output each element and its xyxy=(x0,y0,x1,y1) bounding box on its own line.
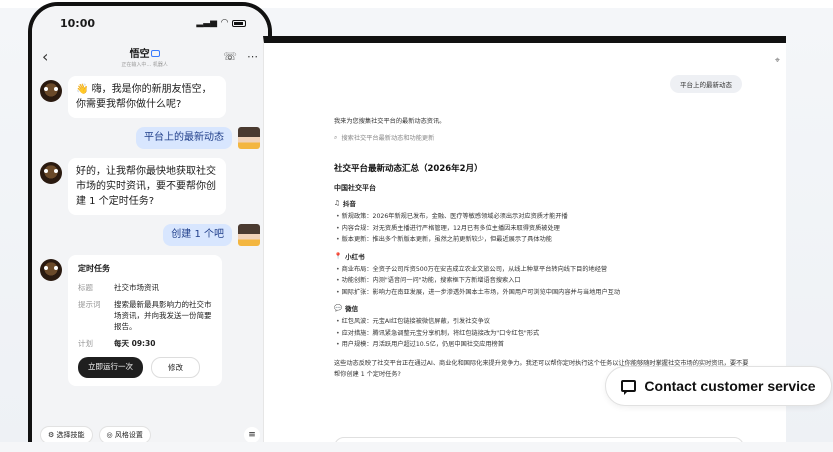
user-avatar xyxy=(238,127,260,149)
status-bar: 10:00 ▂▃▅ ◠ xyxy=(32,6,268,40)
task-row-key: 提示词 xyxy=(78,300,101,309)
task-card-title: 定时任务 xyxy=(78,264,110,273)
chat-nav-bar: ‹ 悟空 正在输入中… 机器人 ☏ ⋯ xyxy=(32,40,268,72)
task-row: 计划 每天 09:30 xyxy=(78,338,212,349)
contact-button-label: Contact customer service xyxy=(644,378,816,394)
chat-bubble-icon xyxy=(621,380,637,395)
task-row-value: 每天 09:30 xyxy=(114,339,156,348)
bot-avatar xyxy=(40,80,62,102)
run-once-button[interactable]: 立即运行一次 xyxy=(78,357,143,378)
more-icon[interactable]: ⋯ xyxy=(247,50,258,63)
platform-bullet: 内容合规：对无资质主播进行严格管理，12月已有多位主播因未取得资质被处理 xyxy=(334,223,754,235)
platform-name: 微信 xyxy=(345,305,359,313)
chat-subtitle: 正在输入中… 机器人 xyxy=(121,61,168,68)
platform-name: 小红书 xyxy=(345,252,365,261)
user-message: 创建 1 个吧 xyxy=(163,224,232,246)
pin-icon[interactable]: ⌖ xyxy=(775,56,780,66)
platform-bullet: 新规政策：2026年新规已发布，金融、医疗等敏感领域必须出示对应资质才能开播 xyxy=(334,211,754,223)
assistant-response: 我来为您搜集社交平台的最新动态资讯。 ⌕ 搜索社交平台最新动态和功能更新 社交平… xyxy=(334,116,754,380)
contact-customer-service-button[interactable]: Contact customer service xyxy=(605,366,832,406)
page-bottom-strip xyxy=(0,442,833,452)
skill-chip-label: 选择技能 xyxy=(56,431,85,439)
bot-badge-icon xyxy=(150,50,160,57)
battery-icon xyxy=(232,19,246,27)
bot-avatar xyxy=(40,259,62,281)
speech-bubble-icon: 💬 xyxy=(334,304,343,312)
report-title: 社交平台最新动态汇总（2026年2月） xyxy=(334,164,483,174)
task-row-value: 搜索最新最具影响力的社交市场资讯，并向我发送一份简要报告。 xyxy=(114,300,212,331)
chat-messages: 👋 嗨，我是你的新朋友悟空，你需要我帮你做什么呢? 平台上的最新动态 好的，让我… xyxy=(32,72,268,399)
response-intro: 我来为您搜集社交平台的最新动态资讯。 xyxy=(334,118,446,125)
section-title: 中国社交平台 xyxy=(334,184,376,192)
status-icons: ▂▃▅ ◠ xyxy=(196,18,246,28)
scheduled-task-card: 定时任务 标题 社交市场资讯 提示词 搜索最新最具影响力的社交市场资讯，并向我发… xyxy=(68,255,222,386)
platform-name: 抖音 xyxy=(342,200,356,208)
music-note-icon: ♫ xyxy=(334,199,340,207)
search-status: ⌕ 搜索社交平台最新动态和功能更新 xyxy=(334,133,754,143)
signal-icon: ▂▃▅ xyxy=(196,18,218,28)
style-chip-icon: ◎ xyxy=(106,431,115,439)
wifi-icon: ◠ xyxy=(221,18,228,28)
message-row-user: 创建 1 个吧 xyxy=(40,224,260,246)
message-row-bot: 👋 嗨，我是你的新朋友悟空，你需要我帮你做什么呢? xyxy=(40,76,260,118)
style-chip-label: 风格设置 xyxy=(114,431,143,439)
search-icon: ⌕ xyxy=(334,133,338,141)
status-time: 10:00 xyxy=(60,16,96,30)
message-row-bot: 定时任务 标题 社交市场资讯 提示词 搜索最新最具影响力的社交市场资讯，并向我发… xyxy=(40,255,260,386)
skill-chip-icon: ⚙ xyxy=(48,431,57,439)
bot-message: 👋 嗨，我是你的新朋友悟空，你需要我帮你做什么呢? xyxy=(68,76,226,118)
chat-title: 悟空 xyxy=(129,48,150,60)
back-arrow-icon[interactable]: ‹ xyxy=(42,47,66,66)
edit-task-button[interactable]: 修改 xyxy=(151,357,200,378)
platform-bullet: 国际扩张：影响力在南亚发展，进一步渗透外国本土市场，外国用户可浏览中国内容并与当… xyxy=(334,287,754,299)
task-row-key: 标题 xyxy=(78,283,93,292)
task-card-actions: 立即运行一次 修改 xyxy=(78,357,212,378)
platform-bullet: 版本更新：推出多个新版本更新，虽然之前更新较少，但最近展示了具体功能 xyxy=(334,234,754,246)
phone-mockup: 10:00 ▂▃▅ ◠ ‹ 悟空 正在输入中… 机器人 ☏ ⋯ 👋 嗨，我是你的… xyxy=(28,2,272,452)
message-row-user: 平台上的最新动态 xyxy=(40,127,260,149)
message-row-bot: 好的，让我帮你最快地获取社交市场的实时资讯，要不要帮你创建 1 个定时任务? xyxy=(40,158,260,215)
task-row: 提示词 搜索最新最具影响力的社交市场资讯，并向我发送一份简要报告。 xyxy=(78,299,212,332)
platform-block-xiaohongshu: 📍小红书 商业布局：全资子公司斥资500万在安吉成立农业文旅公司，从线上种草平台… xyxy=(334,251,754,299)
user-avatar xyxy=(238,224,260,246)
platform-bullet: 红包风波：元宝AI红包链接被微信屏蔽，引发社交争议 xyxy=(334,316,754,328)
chat-header: 悟空 正在输入中… 机器人 xyxy=(121,45,168,68)
platform-bullet: 功能创新：内测"语音问一问"功能，搜索框下方新增语音搜索入口 xyxy=(334,275,754,287)
platform-bullet: 用户规模：月活跃用户超过10.5亿，仍居中国社交应用榜首 xyxy=(334,339,754,351)
platform-bullet: 应对措施：腾讯紧急调整元宝分享机制，将红包链接改为"口令红包"形式 xyxy=(334,328,754,340)
task-row-key: 计划 xyxy=(78,339,93,348)
nav-actions: ☏ ⋯ xyxy=(223,50,258,63)
menu-icon[interactable]: ≡ xyxy=(244,427,260,443)
task-row: 标题 社交市场资讯 xyxy=(78,282,212,293)
user-query-bubble: 平台上的最新动态 xyxy=(670,75,742,93)
task-row-value: 社交市场资讯 xyxy=(114,283,159,292)
bot-message: 好的，让我帮你最快地获取社交市场的实时资讯，要不要帮你创建 1 个定时任务? xyxy=(68,158,226,215)
search-status-text: 搜索社交平台最新动态和功能更新 xyxy=(341,135,435,142)
user-message: 平台上的最新动态 xyxy=(136,127,232,149)
platform-block-douyin: ♫抖音 新规政策：2026年新规已发布，金融、医疗等敏感领域必须出示对应资质才能… xyxy=(334,198,754,246)
call-icon[interactable]: ☏ xyxy=(223,50,237,63)
bot-avatar xyxy=(40,162,62,184)
pin-location-icon: 📍 xyxy=(334,251,343,260)
platform-bullet: 商业布局：全资子公司斥资500万在安吉成立农业文旅公司，从线上种草平台转向线下目… xyxy=(334,264,754,276)
platform-block-wechat: 💬微信 红包风波：元宝AI红包链接被微信屏蔽，引发社交争议 应对措施：腾讯紧急调… xyxy=(334,303,754,351)
